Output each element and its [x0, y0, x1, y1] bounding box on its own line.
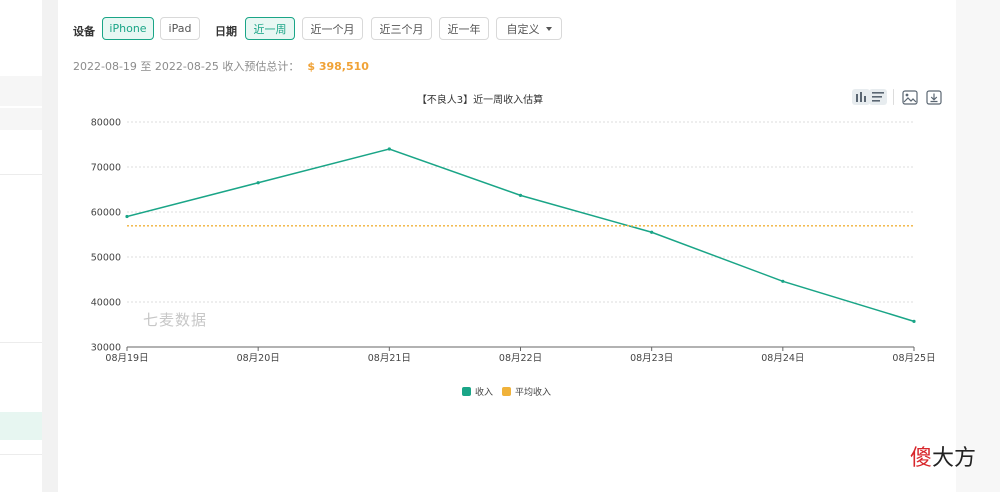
site-logo: 傻大方 [910, 440, 976, 472]
data-point [518, 193, 523, 197]
legend-label-1: 平均收入 [515, 386, 551, 398]
x-tick-label: 08月22日 [499, 353, 542, 364]
data-point [781, 279, 785, 283]
data-point [387, 147, 391, 151]
legend-swatch-1 [502, 387, 511, 396]
x-tick-label: 08月25日 [892, 353, 935, 364]
watermark: 七麦数据 [143, 311, 208, 329]
data-point [912, 319, 916, 323]
series-line-0 [126, 148, 915, 323]
y-tick-label: 30000 [91, 343, 121, 354]
logo-rest: 大方 [932, 446, 977, 471]
y-tick-label: 60000 [91, 208, 121, 219]
x-tick-label: 08月24日 [761, 353, 804, 364]
x-tick-label: 08月23日 [630, 353, 673, 364]
x-tick-label: 08月21日 [368, 353, 411, 364]
data-point [650, 230, 654, 234]
legend-swatch-0 [462, 387, 471, 396]
x-tick-label: 08月19日 [105, 353, 148, 364]
y-tick-label: 80000 [91, 118, 121, 129]
data-point [125, 214, 129, 219]
y-tick-label: 70000 [91, 163, 121, 174]
data-point [256, 181, 260, 185]
logo-first-char: 傻 [910, 446, 933, 471]
y-tick-label: 40000 [91, 298, 121, 309]
revenue-line-chart: 30000 40000 50000 60000 70000 80000 08月19日 08月2… [91, 118, 936, 399]
legend-label-0: 收入 [475, 386, 493, 398]
x-tick-label: 08月20日 [237, 353, 280, 364]
y-tick-label: 50000 [91, 253, 121, 264]
